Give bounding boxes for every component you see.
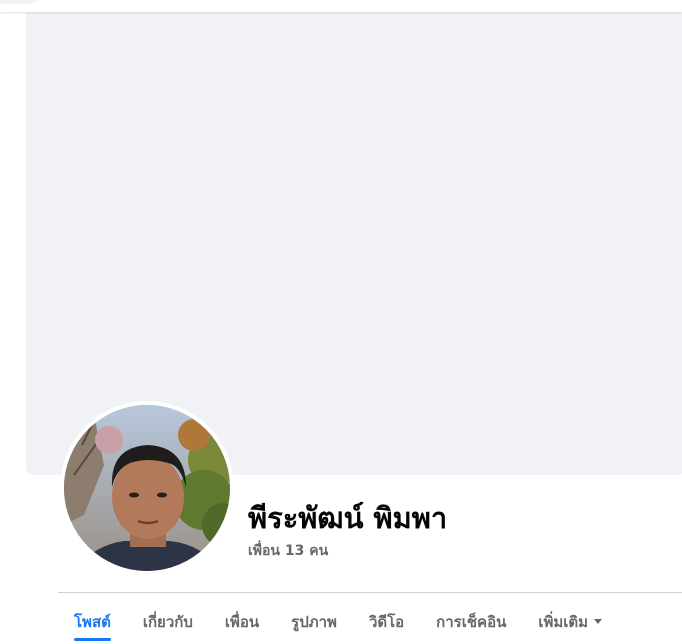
tab-posts[interactable]: โพสต์ bbox=[58, 600, 127, 641]
caret-down-icon bbox=[594, 619, 603, 624]
tab-photos[interactable]: รูปภาพ bbox=[275, 600, 353, 639]
friend-count[interactable]: เพื่อน 13 คน bbox=[248, 542, 328, 560]
tab-videos[interactable]: วิดีโอ bbox=[353, 600, 420, 639]
profile-picture-frame[interactable] bbox=[60, 401, 234, 575]
tab-friends[interactable]: เพื่อน bbox=[209, 600, 275, 639]
tab-about[interactable]: เกี่ยวกับ bbox=[127, 600, 209, 639]
profile-photo-image bbox=[64, 405, 230, 571]
profile-picture[interactable] bbox=[64, 405, 230, 571]
divider bbox=[58, 592, 682, 593]
tab-more-label: เพิ่มเติม bbox=[538, 613, 589, 631]
tab-more[interactable]: เพิ่มเติม bbox=[522, 600, 618, 639]
tab-checkins[interactable]: การเช็คอิน bbox=[420, 600, 522, 639]
search-pill[interactable] bbox=[0, 0, 38, 4]
profile-tabs: โพสต์ เกี่ยวกับ เพื่อน รูปภาพ วิดีโอ การ… bbox=[58, 600, 618, 641]
top-navigation-bar bbox=[0, 0, 682, 12]
profile-name: พีระพัฒน์ พิมพา bbox=[248, 501, 448, 535]
